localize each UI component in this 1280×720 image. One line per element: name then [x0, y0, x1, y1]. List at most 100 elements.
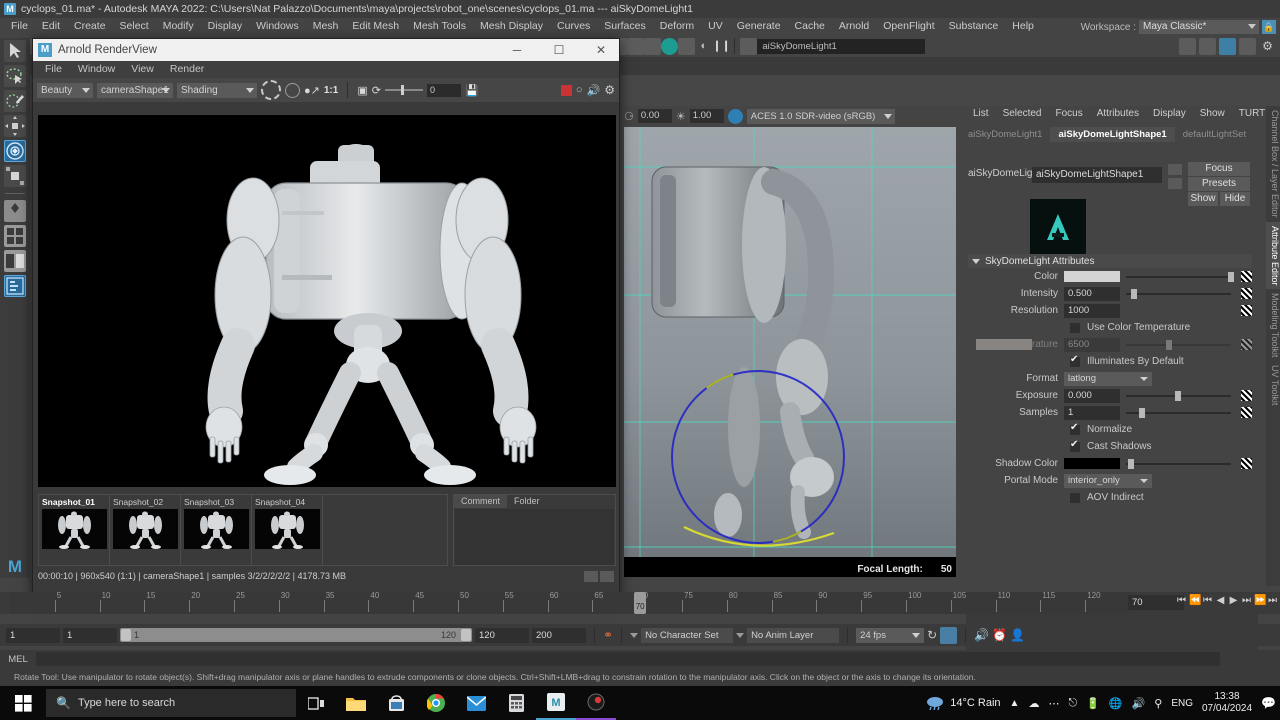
node-name-field[interactable]: aiSkyDomeLightShape1 — [1032, 167, 1162, 183]
snapshot-item[interactable]: Snapshot_01 — [39, 495, 110, 565]
renderview-menu-render[interactable]: Render — [162, 61, 212, 78]
map-connection-icon[interactable] — [1241, 390, 1252, 401]
menu-item-windows[interactable]: Windows — [249, 18, 306, 35]
menu-item-substance[interactable]: Substance — [942, 18, 1006, 35]
snapshot-item[interactable]: Snapshot_02 — [110, 495, 181, 565]
attribute-slider[interactable] — [1126, 339, 1231, 351]
slider-knob[interactable] — [1138, 407, 1145, 418]
menu-item-curves[interactable]: Curves — [550, 18, 597, 35]
language-indicator[interactable]: ENG — [1171, 698, 1193, 709]
step-forward-key-icon[interactable]: ⏩ — [1254, 595, 1266, 606]
single-pane-layout-icon[interactable] — [4, 275, 26, 297]
exposure-field[interactable]: 1.00 — [689, 109, 724, 123]
render-settings-icon[interactable] — [644, 37, 662, 55]
playback-end-field[interactable]: 120 — [475, 627, 529, 643]
vpn-icon[interactable]: ⎋ — [1068, 697, 1077, 710]
action-center-icon[interactable]: 💬 — [1261, 696, 1276, 710]
clock[interactable]: 13:38 07/04/2024 — [1202, 691, 1252, 715]
attribute-slider[interactable] — [1126, 288, 1231, 300]
go-to-end-icon[interactable]: ⏭ — [1267, 595, 1278, 606]
microsoft-store-icon[interactable] — [376, 686, 416, 720]
slider-knob[interactable] — [1175, 390, 1182, 401]
map-connection-icon[interactable] — [1241, 458, 1252, 469]
menu-item-file[interactable]: File — [4, 18, 35, 35]
render-globals-icon[interactable] — [1179, 37, 1196, 55]
outliner-toggle-icon[interactable] — [1239, 37, 1256, 55]
checkbox[interactable] — [1070, 322, 1080, 333]
render-region-icon[interactable] — [261, 80, 281, 100]
render-view-icon[interactable] — [678, 37, 696, 55]
settings-gear-icon[interactable]: ⚙ — [1259, 38, 1276, 55]
snapshot-thumbnail[interactable] — [255, 509, 320, 549]
task-view-icon[interactable] — [296, 686, 336, 720]
rail-tab-uv-toolkit[interactable]: UV Toolkit — [1266, 361, 1280, 409]
menu-item-surfaces[interactable]: Surfaces — [597, 18, 652, 35]
exposure-slider-knob[interactable] — [400, 85, 404, 95]
time-slider[interactable]: 5 10 15 20 25 30 35 40 45 50 55 60 65 70 75 80 85 90 95 100… — [0, 591, 1280, 614]
focus-button[interactable]: Focus — [1188, 162, 1250, 176]
close-button[interactable]: ✕ — [583, 39, 619, 61]
ae-menu-list[interactable]: List — [966, 106, 996, 122]
display-mode-dropdown[interactable]: Shading — [177, 82, 257, 98]
human-ik-icon[interactable] — [1199, 37, 1216, 55]
file-explorer-icon[interactable] — [336, 686, 376, 720]
colorspace-dropdown[interactable]: ACES 1.0 SDR-video (sRGB) — [746, 108, 895, 124]
menu-item-arnold[interactable]: Arnold — [832, 18, 876, 35]
attribute-value-field[interactable]: 1 — [1064, 405, 1120, 420]
snapshot-thumbnail[interactable] — [42, 509, 107, 549]
toggle-icon[interactable]: ◐ — [695, 38, 712, 55]
slider-knob[interactable] — [1128, 458, 1135, 469]
render-image-canvas[interactable] — [38, 115, 616, 487]
menu-item-mesh[interactable]: Mesh — [306, 18, 346, 35]
maya-viewport[interactable]: Focal Length: 50 — [624, 127, 956, 577]
ae-node-tab[interactable]: defaultLightSet — [1175, 127, 1254, 142]
animation-end-field[interactable]: 200 — [532, 627, 586, 643]
selection-mask-icon[interactable] — [740, 37, 758, 55]
menu-item-select[interactable]: Select — [113, 18, 156, 35]
attribute-slider[interactable] — [1126, 407, 1231, 419]
camera-dropdown[interactable]: cameraShape1 — [97, 82, 173, 98]
paint-select-tool-icon[interactable] — [4, 90, 26, 112]
renderview-menu-view[interactable]: View — [123, 61, 162, 78]
ae-menu-selected[interactable]: Selected — [996, 106, 1049, 122]
minimize-button[interactable]: ─ — [499, 39, 535, 61]
pause-icon[interactable]: ❙❙ — [712, 38, 730, 55]
chevron-down-icon[interactable] — [630, 632, 639, 638]
network-icon[interactable]: 🌐 — [1109, 697, 1123, 710]
slider-knob[interactable] — [1165, 339, 1172, 350]
pin-icon[interactable]: ●↗ — [304, 84, 320, 97]
loop-playback-icon[interactable]: ↻ — [927, 628, 937, 642]
zoom-ratio-label[interactable]: 1:1 — [324, 85, 338, 96]
menu-item-modify[interactable]: Modify — [156, 18, 201, 35]
time-slider-track[interactable]: 5 10 15 20 25 30 35 40 45 50 55 60 65 70 75 80 85 90 95 100… — [10, 591, 1130, 614]
animation-start-field[interactable]: 1 — [63, 627, 117, 643]
ae-node-tab[interactable]: aiSkyDomeLightShape1 — [1050, 127, 1175, 142]
step-back-frame-icon[interactable]: ⏮ — [1202, 595, 1213, 606]
rail-tab-modeling-toolkit[interactable]: Modeling Toolkit — [1266, 289, 1280, 361]
workspace-lock-icon[interactable]: 🔒 — [1262, 20, 1276, 34]
attribute-dropdown[interactable]: latlong — [1064, 371, 1152, 386]
settings-gear-icon[interactable]: ⚙ — [604, 83, 615, 97]
attribute-value-field[interactable]: 1000 — [1064, 303, 1120, 318]
workspace-selector[interactable]: Workspace : Maya Classic* 🔒 — [1081, 20, 1276, 34]
attribute-editor-toggle-icon[interactable] — [1219, 37, 1236, 55]
menu-item-mesh-tools[interactable]: Mesh Tools — [406, 18, 473, 35]
character-pose-icon[interactable]: 👤 — [1010, 628, 1025, 642]
comment-tab-folder[interactable]: Folder — [507, 495, 547, 508]
ae-node-tab[interactable]: aiSkyDomeLight1 — [960, 127, 1050, 142]
mel-input[interactable] — [36, 652, 1220, 666]
notification-dots-icon[interactable]: ⋯ — [1048, 697, 1059, 710]
hypershade-icon[interactable] — [661, 37, 679, 55]
menu-item-create[interactable]: Create — [67, 18, 113, 35]
rotate-tool-icon[interactable] — [4, 140, 26, 162]
step-forward-frame-icon[interactable]: ⏭ — [1241, 595, 1252, 606]
anim-layer-dropdown[interactable]: No Anim Layer — [747, 627, 840, 643]
four-view-layout-icon[interactable] — [4, 225, 26, 247]
menu-item-generate[interactable]: Generate — [730, 18, 788, 35]
search-input[interactable]: 🔍 Type here to search — [46, 689, 296, 717]
snapshot-thumbnail[interactable] — [184, 509, 249, 549]
map-connection-icon[interactable] — [1241, 288, 1252, 299]
range-start-handle[interactable] — [121, 629, 131, 641]
ae-menu-display[interactable]: Display — [1146, 106, 1193, 122]
move-tool-icon[interactable] — [4, 115, 26, 137]
